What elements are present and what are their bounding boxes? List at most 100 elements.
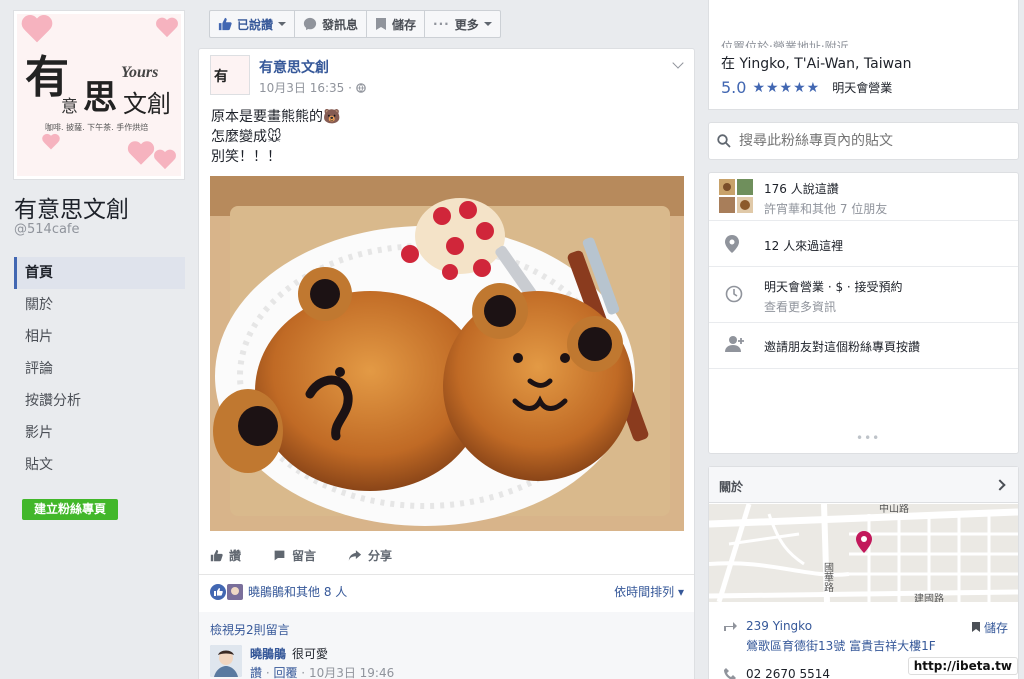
page-info-summary: 位置位於‧營業地址‧附近 在 Yingko, T'Ai-Wan, Taiwan … — [708, 0, 1019, 110]
message-label: 發訊息 — [322, 17, 359, 32]
address-line-2[interactable]: 鶯歌區育德街13號 富貴吉祥大樓1F — [746, 637, 936, 654]
comment-text: 很可愛 — [292, 647, 329, 661]
post-card: 有 有意思文創 10月3日 16:35 · 原本是要畫熊熊的🐻 怎麼變成🐭 別笑… — [198, 48, 695, 679]
nav-item-reviews[interactable]: 評論 — [14, 353, 185, 385]
map-road-label: 建國路 — [914, 592, 944, 602]
logo-small-char: 意 — [61, 97, 78, 117]
nav-item-about[interactable]: 關於 — [14, 289, 185, 321]
nav-item-home[interactable]: 首頁 — [14, 257, 185, 289]
post-line: 原本是要畫熊熊的🐻 — [211, 109, 341, 125]
hours-row[interactable]: 明天會營業 · $ · 接受預約 查看更多資訊 — [709, 267, 1018, 323]
like-label: 讚 — [229, 549, 242, 563]
invite-row[interactable]: 邀請朋友對這個粉絲專頁按讚 — [709, 323, 1018, 369]
nav-item-photos[interactable]: 相片 — [14, 321, 185, 353]
add-friend-icon — [725, 335, 745, 356]
street-map: 中山路 國華路 建國路 — [709, 504, 1018, 602]
likes-row[interactable]: 176 人說這讚 許宵華和其他 7 位朋友 — [709, 173, 1018, 221]
chevron-right-icon — [994, 479, 1006, 491]
bookmark-icon — [376, 18, 387, 30]
watermark: http://ibeta.tw — [907, 657, 1018, 675]
page-name[interactable]: 有意思文創 — [14, 190, 129, 224]
post-author-name[interactable]: 有意思文創 — [259, 57, 329, 77]
create-page-button[interactable]: 建立粉絲專頁 — [22, 499, 118, 520]
left-nav: 首頁 關於 相片 評論 按讚分析 影片 貼文 — [14, 257, 185, 481]
comments-area: 檢視另2則留言 曉鵑鵑 很可愛 讚 · 回覆 · 10月3日 19:46 — [199, 612, 694, 679]
open-status: 明天會營業 — [832, 81, 893, 95]
heart-decoration — [153, 150, 177, 172]
commenter-avatar[interactable] — [210, 645, 242, 677]
post-photo[interactable] — [210, 176, 684, 531]
save-location-link[interactable]: 儲存 — [972, 619, 1008, 636]
comment-reply-link[interactable]: 回覆 — [273, 666, 297, 679]
save-button[interactable]: 儲存 — [367, 11, 426, 37]
liked-button[interactable]: 已說讚 — [210, 11, 296, 37]
about-card: 關於 中山路 國華路 建國路 239 Yingko 鶯歌區育德街13號 富貴吉祥… — [708, 466, 1019, 679]
post-text: 原本是要畫熊熊的🐻 怎麼變成🐭 別笑！！！ — [211, 107, 340, 167]
post-line: 怎麼變成🐭 — [211, 129, 282, 145]
more-dots-icon[interactable]: ••• — [856, 431, 880, 445]
rating-score[interactable]: 5.0 — [721, 78, 746, 97]
reaction-icons[interactable] — [210, 583, 243, 600]
post-actions: 讚 留言 分享 — [210, 547, 684, 564]
phone-number[interactable]: 02 2670 5514 — [746, 667, 830, 679]
star-rating-icon: ★★★★★ — [752, 79, 821, 96]
see-more-info-link[interactable]: 查看更多資訊 — [764, 298, 836, 315]
map-road-label: 國華路 — [822, 562, 834, 593]
location-cut-text: 位置位於‧營業地址‧附近 — [721, 40, 849, 48]
checkins-row[interactable]: 12 人來過這裡 — [709, 221, 1018, 267]
nav-item-videos[interactable]: 影片 — [14, 417, 185, 449]
location-pin-icon — [725, 235, 739, 256]
about-header[interactable]: 關於 — [709, 467, 1018, 503]
sort-comments-dropdown[interactable]: 依時間排列 ▾ — [614, 583, 684, 600]
location-map[interactable]: 中山路 國華路 建國路 — [709, 504, 1018, 602]
thumbs-up-icon — [210, 549, 223, 562]
page-search-box — [708, 122, 1019, 160]
post-timestamp[interactable]: 10月3日 16:35 · — [259, 79, 366, 96]
page-info-card: 176 人說這讚 許宵華和其他 7 位朋友 12 人來過這裡 明天會營業 · $… — [708, 172, 1019, 454]
reactions-row: 曉鵑鵑和其他 8 人 依時間排列 ▾ — [210, 583, 684, 600]
clock-icon — [725, 285, 743, 306]
comment-time[interactable]: 10月3日 19:46 — [309, 666, 394, 679]
phone-icon — [724, 668, 736, 679]
profile-picture[interactable]: 有 意 思 文創 Yours 咖啡. 披薩. 下午茶. 手作烘焙 — [13, 10, 185, 180]
post-options-chevron-icon[interactable] — [672, 57, 684, 69]
friends-avatars — [719, 179, 753, 216]
address-line-1[interactable]: 239 Yingko — [746, 619, 812, 633]
hours-text: 明天會營業 · $ · 接受預約 — [764, 280, 903, 294]
left-column: 有 意 思 文創 Yours 咖啡. 披薩. 下午茶. 手作烘焙 有意思文創 @… — [0, 0, 198, 679]
divider — [199, 574, 694, 575]
map-road-label: 中山路 — [879, 504, 909, 515]
heart-decoration — [155, 18, 179, 40]
more-dots-icon: ··· — [433, 17, 450, 31]
reactions-text[interactable]: 曉鵑鵑和其他 8 人 — [248, 583, 347, 600]
page-search-input[interactable] — [739, 133, 999, 149]
more-label: 更多 — [454, 17, 479, 32]
comment-action[interactable]: 留言 — [273, 547, 316, 564]
nav-item-posts[interactable]: 貼文 — [14, 449, 185, 481]
location-text[interactable]: 在 Yingko, T'Ai-Wan, Taiwan — [721, 53, 911, 73]
share-label: 分享 — [368, 549, 393, 563]
likes-count[interactable]: 176 人說這讚 — [764, 180, 839, 197]
like-action[interactable]: 讚 — [210, 547, 241, 564]
about-title: 關於 — [719, 480, 744, 494]
logo-tagline: 咖啡. 披薩. 下午茶. 手作烘焙 — [45, 123, 149, 132]
liked-label: 已說讚 — [237, 17, 274, 32]
rating-row: 5.0 ★★★★★ 明天會營業 — [721, 78, 892, 97]
logo-yours: Yours — [121, 64, 159, 81]
thumbs-up-icon — [218, 17, 232, 31]
view-more-comments-link[interactable]: 檢視另2則留言 — [210, 621, 290, 638]
comment-like-link[interactable]: 讚 — [250, 666, 262, 679]
comment-label: 留言 — [292, 549, 317, 563]
heart-decoration — [20, 16, 54, 47]
bear-bun-photo — [210, 176, 684, 531]
friends-photos-icon — [719, 179, 753, 213]
post-line: 別笑！！！ — [211, 149, 281, 165]
friends-like-text[interactable]: 許宵華和其他 7 位朋友 — [764, 200, 887, 217]
nav-item-insights[interactable]: 按讚分析 — [14, 385, 185, 417]
share-action[interactable]: 分享 — [348, 547, 392, 564]
post-author-avatar[interactable]: 有 — [210, 55, 250, 95]
comment-author[interactable]: 曉鵑鵑 — [250, 645, 286, 662]
message-button[interactable]: 發訊息 — [295, 11, 368, 37]
directions-arrow-icon — [724, 622, 737, 631]
more-button[interactable]: ··· 更多 — [425, 11, 500, 37]
